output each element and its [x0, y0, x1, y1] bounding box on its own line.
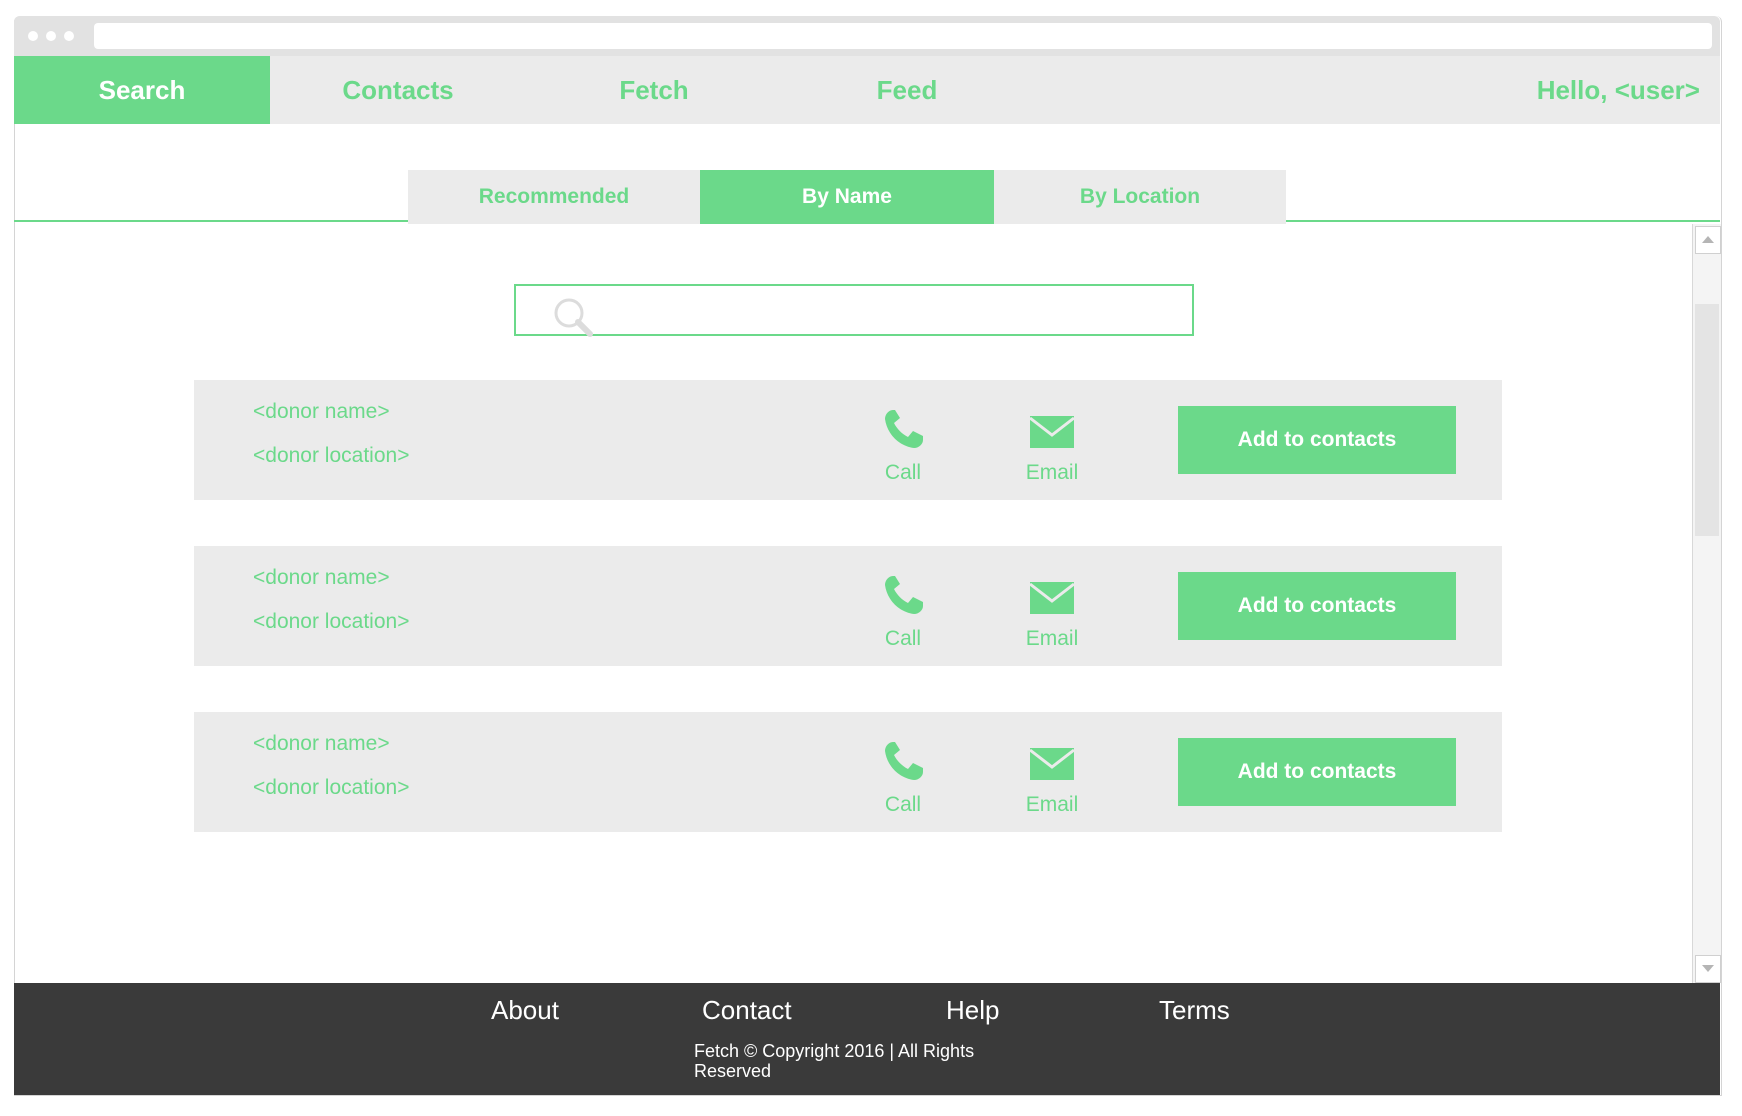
- donor-location: <donor location>: [253, 610, 410, 633]
- donor-location: <donor location>: [253, 776, 410, 799]
- donor-card: <donor name> <donor location> Call Email…: [194, 712, 1502, 832]
- footer: About Contact Help Terms Fetch © Copyrig…: [14, 983, 1720, 1095]
- email-action[interactable]: Email: [1007, 572, 1097, 651]
- vertical-scrollbar[interactable]: [1692, 224, 1721, 983]
- arrow-up-icon: [1702, 236, 1714, 243]
- search-icon: [550, 294, 598, 347]
- donor-card: <donor name> <donor location> Call Email…: [194, 380, 1502, 500]
- nav-fetch[interactable]: Fetch: [526, 56, 782, 124]
- phone-icon: [885, 576, 923, 614]
- donor-location: <donor location>: [253, 444, 410, 467]
- donor-card: <donor name> <donor location> Call Email…: [194, 546, 1502, 666]
- footer-link-contact[interactable]: Contact: [702, 995, 792, 1026]
- email-label: Email: [1025, 793, 1079, 816]
- tab-recommended[interactable]: Recommended: [408, 170, 700, 224]
- arrow-down-icon: [1702, 965, 1714, 972]
- window-dot-icon: [28, 31, 38, 41]
- nav-feed[interactable]: Feed: [782, 56, 1032, 124]
- call-label: Call: [884, 793, 922, 816]
- call-action[interactable]: Call: [858, 738, 948, 817]
- email-label: Email: [1025, 461, 1079, 484]
- tab-by-name[interactable]: By Name: [700, 170, 994, 224]
- call-label: Call: [884, 627, 922, 650]
- browser-titlebar: [14, 16, 1720, 56]
- add-to-contacts-button[interactable]: Add to contacts: [1178, 572, 1456, 640]
- footer-link-about[interactable]: About: [491, 995, 559, 1026]
- address-bar[interactable]: [94, 23, 1712, 49]
- nav-contacts[interactable]: Contacts: [270, 56, 526, 124]
- top-nav: Search Contacts Fetch Feed Hello, <user>: [14, 56, 1720, 124]
- phone-icon: [885, 410, 923, 448]
- search-box[interactable]: [514, 284, 1194, 337]
- email-action[interactable]: Email: [1007, 738, 1097, 817]
- phone-icon: [885, 742, 923, 780]
- add-to-contacts-button[interactable]: Add to contacts: [1178, 738, 1456, 806]
- footer-link-terms[interactable]: Terms: [1159, 995, 1230, 1026]
- call-action[interactable]: Call: [858, 406, 948, 485]
- tab-by-location[interactable]: By Location: [994, 170, 1286, 224]
- donor-name: <donor name>: [253, 566, 390, 589]
- footer-link-help[interactable]: Help: [946, 995, 999, 1026]
- window-dot-icon: [64, 31, 74, 41]
- copyright-text: Fetch © Copyright 2016 | All Rights Rese…: [694, 1041, 975, 1081]
- donor-name: <donor name>: [253, 400, 390, 423]
- envelope-icon: [1029, 416, 1075, 448]
- nav-search[interactable]: Search: [14, 56, 270, 124]
- search-input[interactable]: [606, 292, 1180, 330]
- add-to-contacts-button[interactable]: Add to contacts: [1178, 406, 1456, 474]
- donor-name: <donor name>: [253, 732, 390, 755]
- envelope-icon: [1029, 748, 1075, 780]
- email-label: Email: [1025, 627, 1079, 650]
- scroll-down-button[interactable]: [1695, 955, 1721, 983]
- envelope-icon: [1029, 582, 1075, 614]
- call-action[interactable]: Call: [858, 572, 948, 651]
- call-label: Call: [884, 461, 922, 484]
- search-mode-tabs: Recommended By Name By Location: [408, 170, 1286, 224]
- window-dot-icon: [46, 31, 56, 41]
- scroll-up-button[interactable]: [1695, 226, 1721, 254]
- user-greeting[interactable]: Hello, <user>: [1537, 56, 1700, 124]
- scroll-thumb[interactable]: [1695, 304, 1719, 536]
- email-action[interactable]: Email: [1007, 406, 1097, 485]
